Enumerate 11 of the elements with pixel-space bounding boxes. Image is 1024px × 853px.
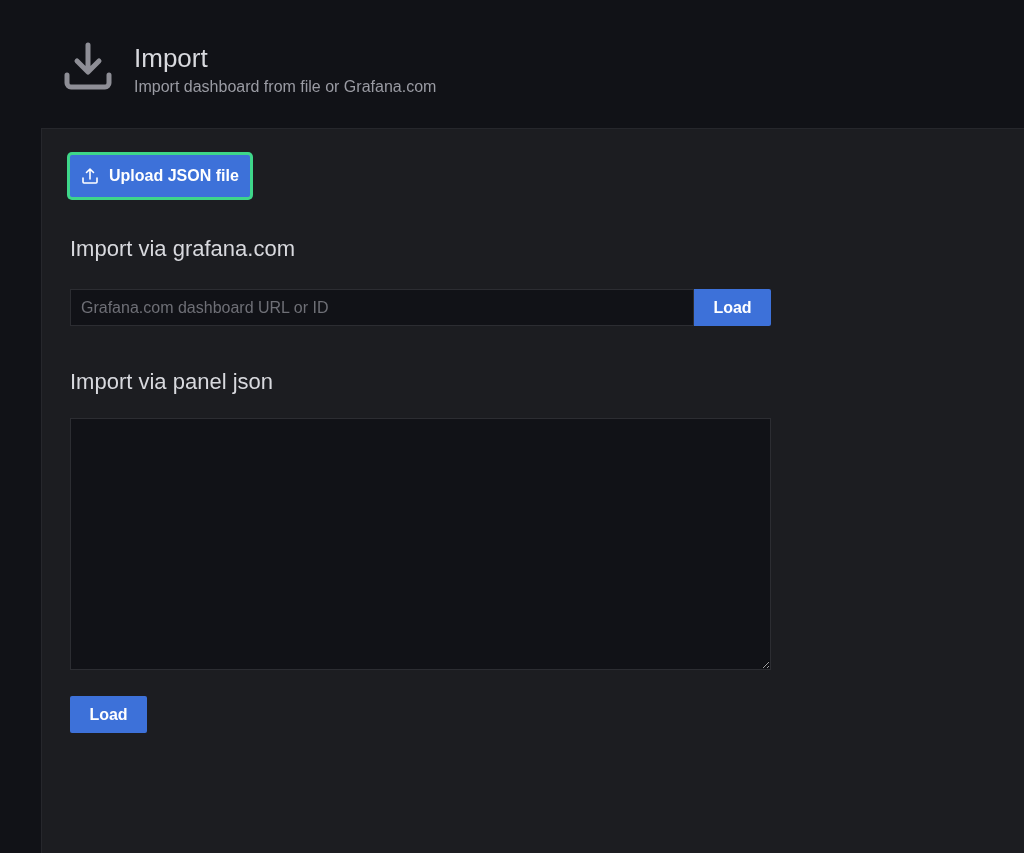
section-heading: Import via grafana.com [70, 235, 296, 263]
panel-json-field[interactable] [70, 418, 771, 670]
load-button[interactable]: Load [70, 696, 147, 733]
load-button[interactable]: Load [694, 289, 771, 326]
upload-icon [81, 167, 99, 185]
section-heading: Import via panel json [70, 368, 274, 396]
page-title: Import [134, 42, 209, 74]
page-subtitle: Import dashboard from file or Grafana.com [134, 77, 437, 97]
upload-button[interactable]: Upload JSON file [70, 155, 250, 197]
dashboard-url-field[interactable]: Grafana.com dashboard URL or ID [70, 289, 694, 326]
download-icon [64, 42, 112, 90]
